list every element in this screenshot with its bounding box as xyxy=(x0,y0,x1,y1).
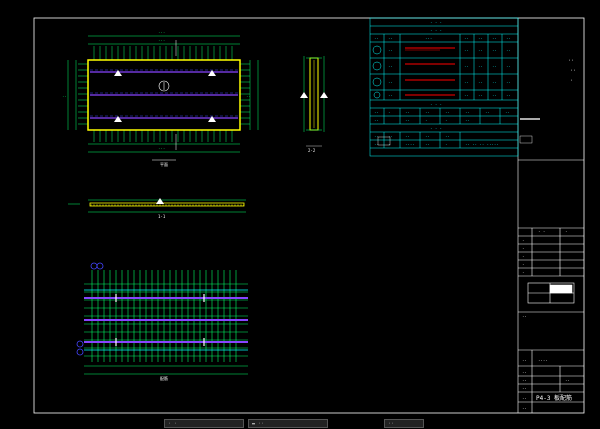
svg-text:··: ·· xyxy=(478,64,483,69)
svg-text:····: ···· xyxy=(405,142,415,147)
svg-text:··: ·· xyxy=(505,110,510,115)
svg-text:··: ·· xyxy=(465,110,470,115)
svg-text:2-2: 2-2 xyxy=(308,148,316,153)
svg-text:··: ·· xyxy=(570,68,576,74)
svg-text:··: ·· xyxy=(464,93,469,98)
section-view: 1-1 xyxy=(68,198,246,219)
svg-text:··: ·· xyxy=(478,48,483,53)
taskbar-item-3[interactable]: ·· xyxy=(384,419,424,428)
svg-text:··: ·· xyxy=(445,134,450,139)
svg-text:··: ·· xyxy=(492,80,497,85)
svg-text:··: ·· xyxy=(388,48,393,53)
svg-text:··: ·· xyxy=(522,314,527,319)
svg-text:··: ·· xyxy=(478,80,483,85)
svg-text:··: ·· xyxy=(478,93,483,98)
svg-text:···: ··· xyxy=(158,146,165,151)
taskbar-item-label: ·· xyxy=(388,420,395,427)
svg-text:·: · xyxy=(522,238,524,243)
svg-text:··: ·· xyxy=(464,80,469,85)
svg-text:··: ·· xyxy=(425,110,430,115)
taskbar-item-1[interactable]: · · xyxy=(164,419,244,428)
svg-text:··: ·· xyxy=(388,36,393,41)
taskbar-item-label: ▬ ·· xyxy=(252,420,265,427)
svg-text:··: ·· xyxy=(506,64,511,69)
svg-text:·: · xyxy=(522,246,524,251)
svg-text:··: ·· xyxy=(506,80,511,85)
svg-text:··: ·· xyxy=(522,378,527,383)
svg-text:··: ·· xyxy=(522,396,527,401)
svg-text:··: ·· xyxy=(478,36,483,41)
side-view: 2-2 xyxy=(300,56,328,153)
svg-text:··: ·· xyxy=(522,386,527,391)
rebar-view: 配筋 xyxy=(76,262,248,381)
svg-text:··: ·· xyxy=(388,64,393,69)
svg-text:··: ·· xyxy=(374,118,379,123)
svg-text:··: ·· xyxy=(485,110,490,115)
svg-text:··: ·· xyxy=(522,358,527,363)
svg-text:·: · xyxy=(522,262,524,267)
svg-text:··: ·· xyxy=(506,36,511,41)
schedule-bar-shapes xyxy=(405,47,455,96)
title-block xyxy=(517,18,584,413)
svg-text:··: ·· xyxy=(464,36,469,41)
svg-text:··: ·· xyxy=(405,134,410,139)
svg-text:···: ··· xyxy=(158,30,165,35)
taskbar-item-label: · · xyxy=(168,420,178,427)
svg-text:· ·: · · xyxy=(538,229,545,234)
svg-text:··: ·· xyxy=(568,58,574,64)
svg-text:··: ·· xyxy=(388,80,393,85)
svg-text:·· ·· ·· ·····: ·· ·· ·· ····· xyxy=(465,142,499,147)
svg-text:··: ·· xyxy=(388,134,393,139)
svg-text:··: ·· xyxy=(388,93,393,98)
svg-text:·: · xyxy=(522,254,524,259)
svg-text:·: · xyxy=(388,110,390,115)
svg-text:···: ··· xyxy=(158,38,165,43)
svg-text:··: ·· xyxy=(506,93,511,98)
schedule-glyphs: · · · · · · ·· ·· ··· ·· ·· ·· ·· ·· ·· ·· ·· ·· … xyxy=(374,20,511,147)
cad-drawing-canvas[interactable]: ·· ·· · ··· ·· · · · ·· ···· ·· ·· ·· ·· ·… xyxy=(0,0,600,429)
svg-text:··: ·· xyxy=(425,134,430,139)
title-block-glyphs: ·· ·· · ··· ·· · · · ·· ···· ·· ·· ·· ·· ·… xyxy=(519,58,576,411)
svg-text:··: ·· xyxy=(405,118,410,123)
svg-text:··: ·· xyxy=(492,64,497,69)
svg-text:··: ·· xyxy=(492,48,497,53)
svg-text:· · ·: · · · xyxy=(430,28,442,33)
svg-text:·: · xyxy=(565,229,567,234)
svg-text:··: ·· xyxy=(405,110,410,115)
taskbar-item-2[interactable]: ▬ ·· xyxy=(248,419,328,428)
svg-text:· · ·: · · · xyxy=(430,20,442,25)
svg-text:···: ··· xyxy=(425,36,432,41)
svg-text:··: ·· xyxy=(246,94,251,99)
svg-text:··: ·· xyxy=(464,64,469,69)
svg-text:平面: 平面 xyxy=(160,162,168,167)
svg-text:··: ·· xyxy=(374,36,379,41)
svg-text:····: ···· xyxy=(538,358,548,363)
svg-text:··: ·· xyxy=(565,378,570,383)
svg-text:··: ·· xyxy=(492,93,497,98)
svg-text:· · ·: · · · xyxy=(430,102,442,107)
svg-text:··: ·· xyxy=(374,110,379,115)
svg-text:··: ·· xyxy=(445,110,450,115)
svg-text:··: ·· xyxy=(522,370,527,375)
sheet-code: P4-3 板配筋 xyxy=(536,394,572,402)
svg-text:配筋: 配筋 xyxy=(160,375,168,381)
svg-text:· · ·: · · · xyxy=(430,126,442,131)
svg-text:··: ·· xyxy=(62,94,67,99)
svg-text:·: · xyxy=(445,118,447,123)
svg-text:·: · xyxy=(522,270,524,275)
svg-text:··: ·· xyxy=(464,48,469,53)
svg-text:··: ·· xyxy=(465,118,470,123)
taskbar: · · ▬ ·· ·· xyxy=(0,418,600,429)
svg-text:·: · xyxy=(445,142,447,147)
svg-text:··: ·· xyxy=(522,406,527,411)
drawing-frame xyxy=(33,17,585,414)
svg-text:··: ·· xyxy=(492,36,497,41)
svg-text:··: ·· xyxy=(506,48,511,53)
plan-view: ··· ··· ··· ·· ·· 平面 xyxy=(62,30,259,167)
svg-text:1-1: 1-1 xyxy=(158,214,166,219)
svg-text:·: · xyxy=(425,118,427,123)
svg-text:·: · xyxy=(570,78,573,84)
svg-text:··: ·· xyxy=(425,142,430,147)
